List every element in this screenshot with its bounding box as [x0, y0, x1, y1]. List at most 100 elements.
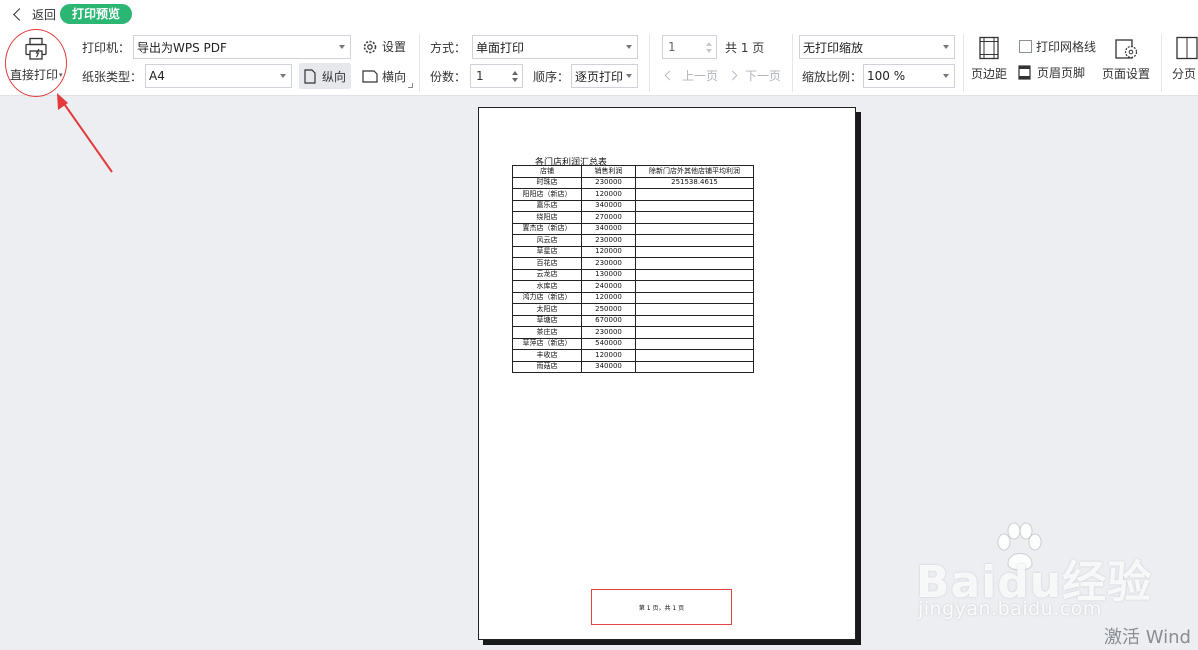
table-cell	[635, 303, 754, 316]
table-cell: 云龙店	[512, 268, 582, 281]
printer-select[interactable]: 导出为WPS PDF	[133, 35, 351, 59]
table-cell	[635, 245, 754, 258]
chevron-down-icon	[626, 45, 632, 49]
header-cell: 店铺	[512, 165, 582, 178]
table-cell: 置杰店（新店）	[512, 222, 582, 235]
table-cell: 120000	[581, 245, 636, 258]
header-footer-icon	[1018, 65, 1031, 80]
table-cell: 250000	[581, 303, 636, 316]
stepper-down-icon[interactable]	[512, 77, 518, 82]
table-row: 草星店 120000	[512, 245, 754, 258]
header-footer-button[interactable]: 页眉页脚	[1018, 64, 1085, 81]
baidu-watermark: Baidu经验 jingyan.baidu.com	[916, 516, 1151, 626]
page-setup-icon	[1115, 39, 1138, 59]
scale-select[interactable]: 100 %	[863, 64, 955, 88]
paper-type-select[interactable]: A4	[145, 64, 292, 88]
table-cell: 草萍店（新店）	[512, 337, 582, 350]
page-setup-button[interactable]: 页面设置	[1102, 38, 1150, 82]
landscape-label: 横向	[382, 70, 407, 84]
chevron-down-icon	[943, 74, 949, 78]
copies-stepper[interactable]: 1	[470, 64, 523, 88]
table-cell	[635, 211, 754, 224]
print-page-preview: 各门店利润汇总表 店铺 销售利润 除新门店外其他店铺平均利润 时珠店 230000…	[478, 107, 856, 640]
table-row: 雨菇店 340000	[512, 360, 754, 373]
stepper-down-icon[interactable]	[706, 48, 712, 53]
table-row: 绕阳店 270000	[512, 211, 754, 224]
table-cell: 340000	[581, 360, 636, 373]
margins-icon	[979, 36, 999, 60]
stepper-up-icon[interactable]	[706, 41, 712, 46]
chevron-down-icon	[339, 45, 345, 49]
next-page-button[interactable]: 下一页	[727, 67, 782, 84]
portrait-button[interactable]: 纵向	[299, 63, 351, 89]
page-break-preview-button[interactable]: 分页	[1172, 36, 1198, 82]
previous-page-label: 上一页	[682, 69, 719, 83]
ribbon-divider	[649, 34, 650, 92]
table-cell	[635, 337, 754, 350]
mode-value: 单面打印	[476, 40, 525, 55]
mode-label: 方式：	[430, 41, 467, 55]
table-cell: 时珠店	[512, 176, 582, 189]
table-cell	[635, 349, 754, 362]
order-select[interactable]: 逐页打印	[571, 64, 638, 88]
table-cell: 230000	[581, 234, 636, 247]
table-cell	[635, 360, 754, 373]
previous-page-button[interactable]: 上一页	[664, 67, 719, 84]
table-row: 时珠店 230000 251538.4615	[512, 176, 754, 189]
table-cell: 嘉乐店	[512, 199, 582, 212]
landscape-page-icon	[362, 70, 378, 83]
table-cell: 120000	[581, 291, 636, 304]
table-cell: 鸿力店（新店）	[512, 291, 582, 304]
stepper-up-icon[interactable]	[512, 70, 518, 75]
table-row: 茶庄店 230000	[512, 326, 754, 339]
top-bar: 返回 打印预览	[0, 0, 1198, 28]
scale-value: 100 %	[867, 69, 906, 83]
landscape-button[interactable]: 横向	[362, 68, 406, 85]
page-break-label: 分页	[1172, 67, 1197, 81]
page-number-input[interactable]: 1	[662, 35, 717, 59]
table-cell: 风云店	[512, 234, 582, 247]
annotation-arrow-icon	[57, 93, 113, 173]
ribbon-divider	[419, 34, 420, 92]
table-cell: 草星店	[512, 245, 582, 258]
header-cell: 除新门店外其他店铺平均利润	[635, 165, 754, 178]
table-row: 草萍店（新店） 540000	[512, 337, 754, 350]
table-cell: 120000	[581, 349, 636, 362]
table-cell: 270000	[581, 211, 636, 224]
margins-label: 页边距	[971, 67, 1008, 81]
page-number-value: 1	[668, 40, 676, 54]
table-cell: 240000	[581, 280, 636, 293]
table-cell: 百花店	[512, 257, 582, 270]
table-cell: 230000	[581, 257, 636, 270]
table-cell	[635, 188, 754, 201]
next-page-label: 下一页	[745, 69, 782, 83]
table-cell	[635, 222, 754, 235]
table-row: 风云店 230000	[512, 234, 754, 247]
total-pages: 共 1 页	[725, 41, 765, 55]
ribbon-divider	[792, 34, 793, 92]
margins-button[interactable]: 页边距	[971, 36, 1007, 82]
table-cell: 草塘店	[512, 314, 582, 327]
page-group-expander-icon[interactable]	[408, 83, 413, 88]
page-footer-text: 第 1 页，共 1 页	[638, 604, 685, 612]
table-row: 嘉乐店 340000	[512, 199, 754, 212]
settings-button[interactable]: 设置	[362, 38, 406, 55]
table-cell: 251538.4615	[635, 176, 754, 189]
scale-label: 缩放比例：	[802, 70, 863, 84]
header-footer-label: 页眉页脚	[1037, 66, 1086, 80]
table-row: 鸿力店（新店） 120000	[512, 291, 754, 304]
checkbox-box[interactable]	[1019, 40, 1032, 53]
page-break-icon	[1176, 36, 1198, 60]
table-cell	[635, 280, 754, 293]
table-cell: 雨菇店	[512, 360, 582, 373]
table-cell: 230000	[581, 176, 636, 189]
mode-select[interactable]: 单面打印	[472, 35, 638, 59]
table-cell: 340000	[581, 222, 636, 235]
gear-icon	[363, 40, 377, 53]
table-cell	[635, 268, 754, 281]
table-cell: 130000	[581, 268, 636, 281]
print-gridlines-checkbox[interactable]: 打印网格线	[1019, 38, 1096, 55]
scale-mode-select[interactable]: 无打印缩放	[799, 35, 955, 59]
table-cell: 水库店	[512, 280, 582, 293]
copies-value: 1	[476, 69, 484, 83]
